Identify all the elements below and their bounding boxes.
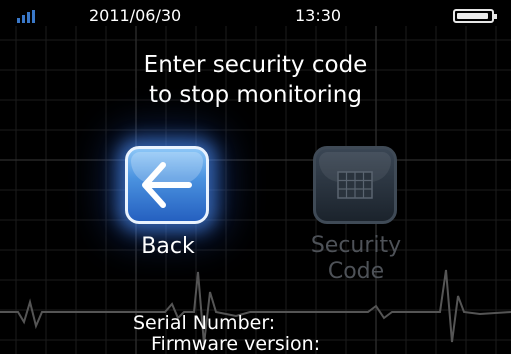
firmware-version-label: Firmware version: (151, 333, 321, 354)
battery-level (457, 13, 489, 19)
back-button[interactable] (125, 146, 209, 224)
serial-number-label: Serial Number: (133, 312, 276, 334)
signal-bars-icon (17, 10, 37, 23)
status-time: 13:30 (295, 6, 342, 25)
battery-icon (453, 9, 497, 23)
status-date: 2011/06/30 (89, 6, 182, 25)
monitor-screen: Hi . . . . . . High (0, 0, 511, 354)
back-button-label[interactable]: Back (118, 234, 218, 260)
security-code-label-line-2: Code (327, 259, 385, 284)
security-prompt: Enter security code to stop monitoring (0, 50, 511, 110)
prompt-line-1: Enter security code (143, 52, 368, 78)
keypad-icon (337, 171, 373, 199)
prompt-line-2: to stop monitoring (149, 82, 362, 108)
left-arrow-icon (142, 162, 192, 208)
security-code-label-line-1: Security (310, 233, 402, 258)
security-code-label: Security Code (290, 233, 422, 285)
security-code-button (313, 146, 397, 224)
status-bar: 2011/06/30 13:30 (0, 6, 511, 26)
